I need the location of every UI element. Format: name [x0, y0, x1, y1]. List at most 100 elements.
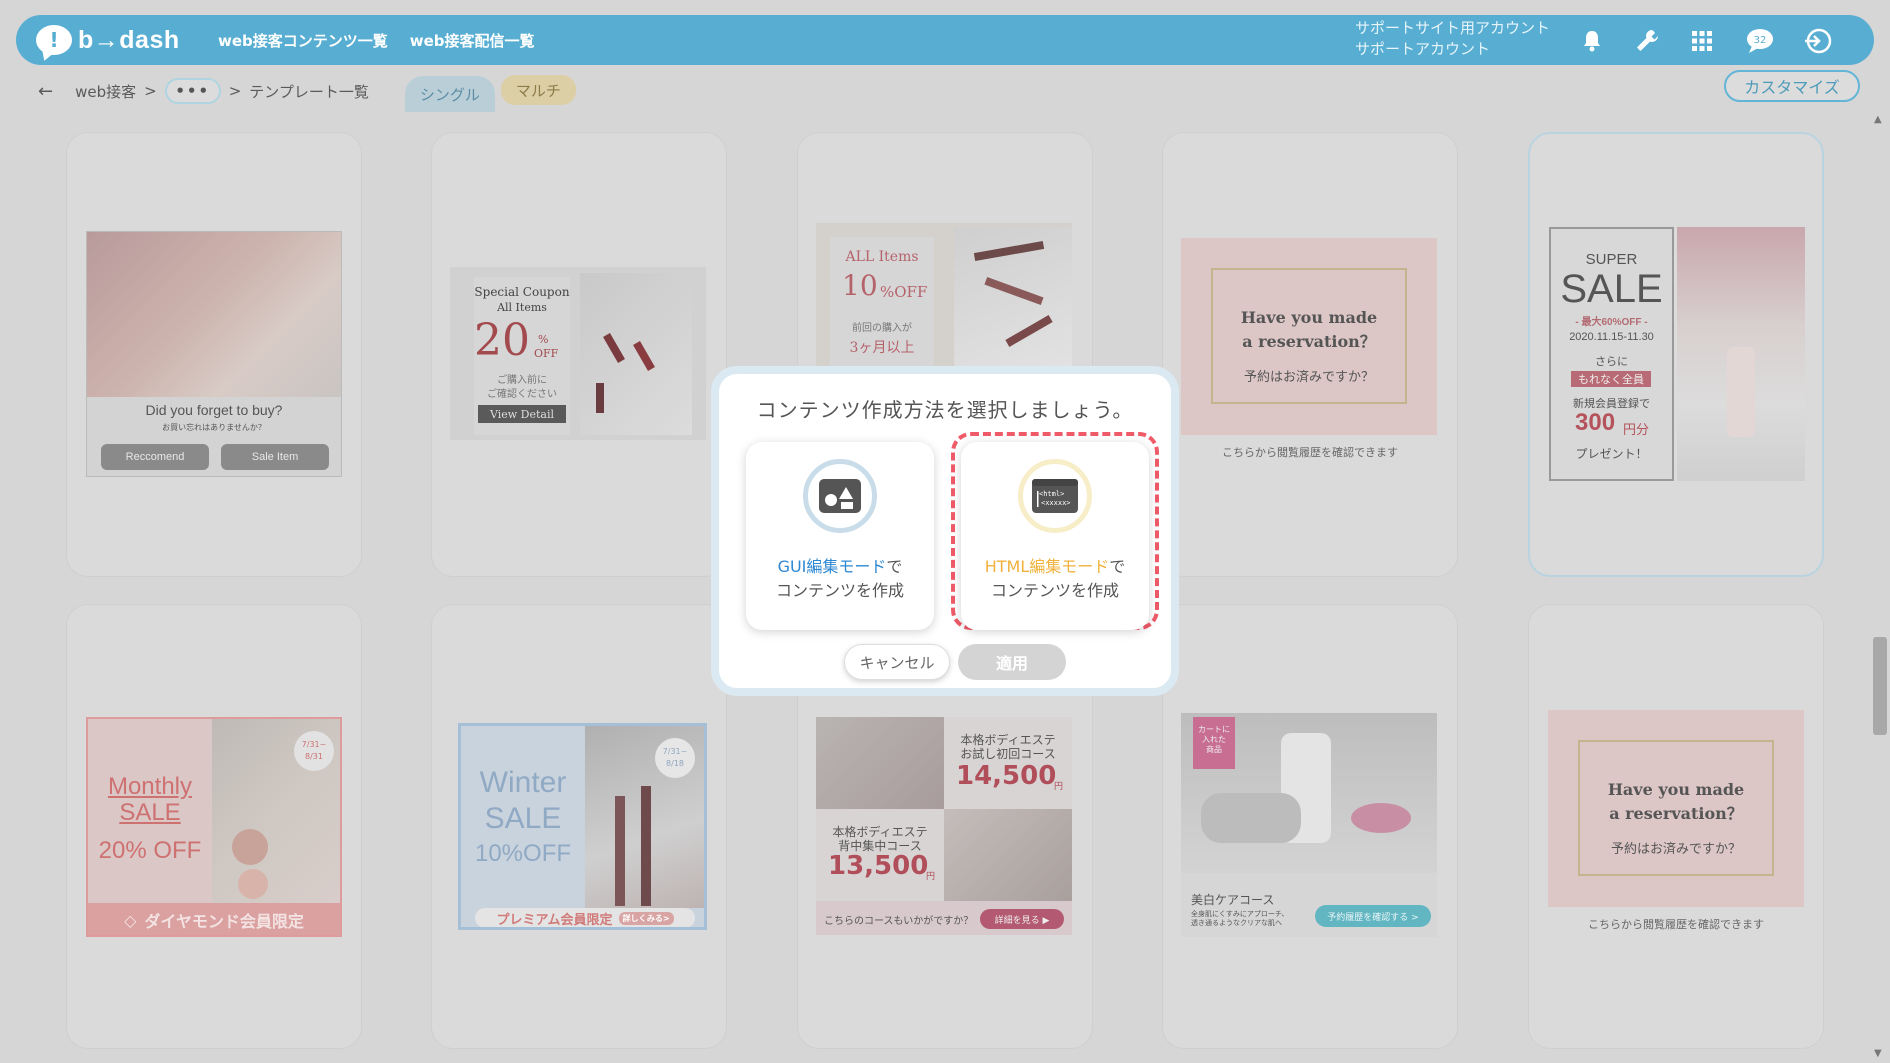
gui-mode-label: GUI編集モードで コンテンツを作成	[746, 555, 934, 603]
monthly-panel: Monthly SALE 20% OFF	[88, 719, 212, 903]
scroll-up-arrow-icon[interactable]: ▲	[1874, 114, 1882, 125]
flower-photo	[1677, 227, 1805, 481]
coupon-panel: Special Coupon All Items 20 % OFF ご購入前に …	[474, 277, 570, 435]
logout-icon[interactable]	[1802, 25, 1834, 57]
reservation-line1: Have you made	[1607, 780, 1745, 799]
content-mode-dialog: コンテンツ作成方法を選択しましょう。 GUI編集モードで コンテンツを作成 <h…	[711, 366, 1179, 696]
grid-apps-icon[interactable]	[1686, 25, 1718, 57]
coupon-note2: 3ヶ月以上	[849, 340, 915, 356]
footer-text: こちらのコースもいかがですか？	[824, 916, 974, 927]
template-thumbnail: Monthly SALE 20% OFF 7/31~ 8/31 ◇ ダイヤモンド会…	[86, 717, 342, 937]
banner-text: ダイヤモンド会員限定	[144, 912, 304, 931]
coupon-line2: All Items	[497, 301, 547, 314]
apply-button[interactable]: 適用	[958, 644, 1066, 680]
reservation-line2: a reservation？	[1609, 804, 1743, 823]
date-start: 7/31~	[662, 747, 688, 756]
coupon-percent: %	[538, 333, 549, 346]
coupon-panel: ALL Items 10 %OFF 前回の購入が 3ヶ月以上	[830, 237, 934, 367]
banner-more: 詳しくみる>	[618, 911, 674, 925]
sale-unit: 円分	[1623, 422, 1650, 437]
gui-mode-highlight: GUI編集モード	[777, 557, 887, 576]
coupon-off: OFF	[534, 347, 559, 360]
bell-icon[interactable]	[1576, 25, 1608, 57]
sale-amount: 300	[1575, 409, 1616, 436]
winter-line2: SALE	[484, 802, 562, 835]
scrollbar-thumb[interactable]	[1873, 637, 1887, 735]
course1-yen: 円	[1054, 782, 1064, 792]
logo-text: b→dash	[78, 25, 180, 54]
template-card[interactable]: Did you forget to buy? お買い忘れはありませんか？ Rec…	[66, 132, 362, 577]
gui-mode-line2: コンテンツを作成	[775, 581, 904, 600]
template-thumbnail: ALL Items 10 %OFF 前回の購入が 3ヶ月以上	[816, 223, 1072, 367]
notification-count: 32	[1754, 35, 1767, 46]
reservation-frame: Have you made a reservation？ 予約はお済みですか？	[1578, 740, 1774, 876]
tab-single[interactable]: シングル	[404, 76, 495, 112]
sale-panel: SUPER SALE - 最大60%OFF - 2020.11.15-11.30…	[1549, 227, 1674, 481]
diamond-icon: ◇	[124, 910, 137, 930]
html-mode-icon: <html> <xxxxx>	[1018, 459, 1092, 533]
cancel-button[interactable]: キャンセル	[844, 644, 950, 680]
notification-bubble-icon[interactable]: 32	[1744, 25, 1776, 57]
tab-multi[interactable]: マルチ	[500, 75, 576, 105]
course2-price: 13,500	[828, 851, 929, 881]
monthly-line3: 20% OFF	[98, 837, 202, 864]
gui-mode-option[interactable]: GUI編集モードで コンテンツを作成	[746, 442, 934, 630]
template-card[interactable]: SUPER SALE - 最大60%OFF - 2020.11.15-11.30…	[1528, 132, 1824, 577]
html-mode-label: HTML編集モードで コンテンツを作成	[961, 555, 1149, 603]
account-site: サポートサイト用アカウント	[1355, 19, 1551, 37]
template-card[interactable]: カートに 入れた 商品 美白ケアコース 全身肌にくすみにアプローチ、 透き通るような…	[1162, 604, 1458, 1049]
course2-yen: 円	[926, 872, 936, 882]
reservation-frame: Have you made a reservation？ 予約はお済みですか？	[1211, 268, 1407, 404]
template-thumbnail: Did you forget to buy? お買い忘れはありませんか？ Rec…	[86, 231, 342, 477]
bdash-logo[interactable]: ! b→dash	[36, 25, 196, 55]
date-end: 8/31	[305, 752, 323, 761]
model-photo	[87, 232, 341, 397]
scroll-down-arrow-icon[interactable]: ▼	[1874, 1048, 1882, 1059]
reservation-line2: a reservation？	[1242, 332, 1376, 351]
sale-super: SUPER	[1585, 251, 1638, 268]
sale-title: SALE	[1560, 267, 1663, 311]
template-card[interactable]: Monthly SALE 20% OFF 7/31~ 8/31 ◇ ダイヤモンド会…	[66, 604, 362, 1049]
course-title: 美白ケアコース	[1191, 893, 1275, 907]
breadcrumb-root[interactable]: web接客	[75, 81, 136, 102]
monthly-line2: SALE	[119, 799, 181, 826]
wrench-icon[interactable]	[1631, 25, 1663, 57]
course-footer: こちらのコースもいかがですか？ 詳細を見る ▶	[816, 901, 1072, 935]
template-caption: こちらから閲覧履歴を確認できます	[1588, 918, 1764, 931]
coupon-note2: ご確認ください	[487, 389, 557, 400]
date-end: 8/18	[666, 759, 684, 768]
reservation-line3: 予約はお済みですか？	[1243, 370, 1374, 385]
brush-photo: 7/31~ 8/18	[585, 726, 704, 908]
winter-line1: Winter	[479, 766, 567, 799]
template-card[interactable]: Winter SALE 10%OFF 7/31~ 8/18 プレミアム会員限定 詳…	[431, 604, 727, 1049]
account-info[interactable]: サポートサイト用アカウント サポートアカウント	[1355, 18, 1550, 60]
html-mode-option[interactable]: <html> <xxxxx> HTML編集モードで コンテンツを作成	[961, 442, 1149, 630]
html-mode-suffix: で	[1109, 557, 1126, 576]
massage-photo-1	[816, 717, 944, 809]
nav-web-delivery[interactable]: web接客配信一覧	[410, 30, 535, 51]
vertical-scrollbar[interactable]	[1868, 112, 1890, 1063]
nav-web-contents[interactable]: web接客コンテンツ一覧	[218, 30, 388, 51]
back-arrow-icon[interactable]: ←	[38, 81, 53, 102]
html-tag-text: <html>	[1039, 490, 1064, 498]
winter-line3: 10%OFF	[474, 840, 572, 867]
coupon-number: 10	[842, 269, 878, 302]
course-desc-2: 透き通るようなクリアな肌へ	[1191, 919, 1282, 927]
template-thumbnail: Have you made a reservation？ 予約はお済みですか？	[1548, 710, 1804, 907]
footer-detail-button: 詳細を見る ▶	[980, 909, 1064, 929]
breadcrumb-ellipsis-button[interactable]: •••	[164, 78, 221, 104]
customize-button[interactable]: カスタマイズ	[1724, 70, 1860, 102]
gui-mode-icon	[803, 459, 877, 533]
template-card[interactable]: Special Coupon All Items 20 % OFF ご購入前に …	[431, 132, 727, 577]
template-card[interactable]: Have you made a reservation？ 予約はお済みですか？ …	[1162, 132, 1458, 577]
html-mode-line2: コンテンツを作成	[990, 581, 1119, 600]
template-caption: こちらから閲覧履歴を確認できます	[1222, 446, 1398, 459]
massage-photo-2	[944, 809, 1072, 901]
palette-photo: 7/31~ 8/31	[212, 719, 340, 903]
cart-tag-2: 入れた	[1202, 735, 1226, 744]
coupon-note: 前回の購入が	[852, 323, 912, 334]
html-code-text: <xxxxx>	[1041, 499, 1071, 507]
sale-max: - 最大60%OFF -	[1575, 317, 1648, 328]
template-recommend-button: Reccomend	[101, 444, 209, 470]
template-card[interactable]: Have you made a reservation？ 予約はお済みですか？ …	[1528, 604, 1824, 1049]
